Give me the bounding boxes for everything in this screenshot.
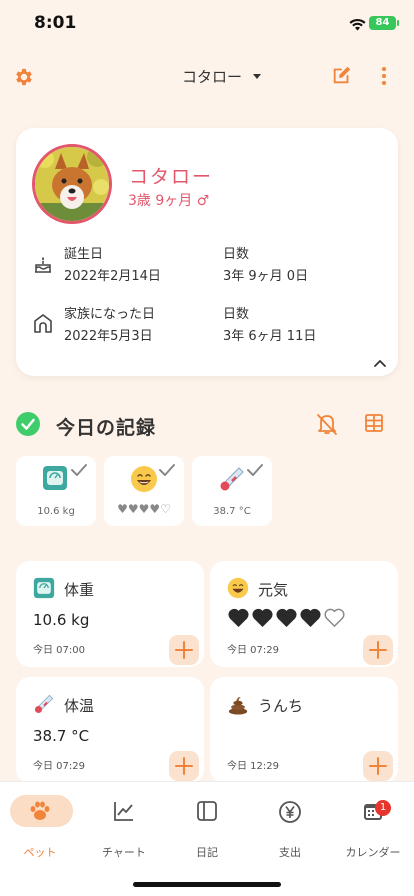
bell-off-icon[interactable] [316, 412, 338, 440]
scale-icon [42, 465, 68, 495]
record-value: 38.7 °C [33, 727, 90, 745]
app-header: コタロー [0, 60, 414, 92]
thermometer-icon [218, 465, 246, 497]
caret-down-icon [253, 73, 262, 79]
tab-diary[interactable]: 日記 [167, 792, 247, 859]
birthday-value: 2022年2月14日 [64, 269, 161, 284]
notification-badge: 1 [375, 800, 391, 816]
family-days-value: 3年 6ヶ月 11日 [223, 329, 317, 344]
poop-icon [227, 693, 249, 719]
heart-filled-icon [300, 608, 321, 628]
add-record-button[interactable] [363, 635, 393, 665]
tab-label: チャート [102, 846, 146, 859]
pet-avatar[interactable] [32, 144, 112, 224]
record-card-energy[interactable]: 元気 今日 07:29 [210, 561, 398, 667]
yen-icon [250, 800, 330, 828]
heart-filled-icon [276, 608, 297, 628]
record-card-temperature[interactable]: 体温 38.7 °C 今日 07:29 [16, 677, 204, 783]
record-value: 10.6 kg [33, 611, 90, 629]
record-time: 今日 07:29 [227, 645, 279, 656]
chevron-up-icon[interactable] [374, 352, 386, 371]
thermometer-icon [33, 693, 55, 719]
checkmark-icon [158, 462, 176, 481]
cake-icon [33, 254, 53, 278]
calendar-icon [333, 800, 413, 826]
heart-empty-icon [324, 608, 345, 628]
birthday-days-label: 日数 [223, 247, 250, 262]
heart-filled-icon [252, 608, 273, 628]
tab-chart[interactable]: チャート [84, 792, 164, 859]
mini-card-weight[interactable]: 10.6 kg [16, 456, 96, 526]
record-title: 体温 [64, 697, 95, 715]
mini-temperature-value: 38.7 °C [213, 506, 251, 517]
check-circle-icon [16, 412, 40, 436]
pet-age: 3歳 9ヶ月 ♂ [128, 193, 210, 209]
record-title: うんち [258, 697, 304, 715]
mini-card-energy[interactable]: ♥♥♥♥♡ [104, 456, 184, 526]
record-title: 元気 [258, 581, 289, 599]
record-card-poop[interactable]: うんち 今日 12:29 [210, 677, 398, 783]
add-record-button[interactable] [169, 635, 199, 665]
notebook-icon [167, 800, 247, 826]
record-time: 今日 07:00 [33, 645, 85, 656]
today-record-header: 今日の記録 [16, 410, 398, 440]
record-time: 今日 12:29 [227, 761, 279, 772]
grid-icon[interactable] [363, 412, 385, 438]
add-record-button[interactable] [169, 751, 199, 781]
checkmark-icon [70, 462, 88, 481]
mini-card-temperature[interactable]: 38.7 °C [192, 456, 272, 526]
tab-label: 支出 [279, 846, 301, 859]
pet-name: コタロー [129, 166, 214, 188]
pet-selector[interactable]: コタロー [182, 66, 262, 87]
tab-label: カレンダー [345, 846, 401, 859]
family-days-label: 日数 [223, 307, 250, 322]
edit-icon[interactable] [331, 64, 353, 90]
wifi-icon [349, 16, 366, 35]
mini-energy-hearts: ♥♥♥♥♡ [117, 502, 171, 516]
tab-label: 日記 [196, 846, 218, 859]
birthday-days-value: 3年 9ヶ月 0日 [223, 269, 309, 284]
happy-face-icon [227, 577, 249, 603]
family-day-value: 2022年5月3日 [64, 329, 153, 344]
heart-filled-icon [228, 608, 249, 628]
scale-icon [33, 577, 55, 603]
home-indicator [133, 882, 281, 887]
checkmark-icon [246, 462, 264, 481]
home-icon [32, 312, 54, 338]
heart-rating [227, 607, 346, 628]
status-bar: 8:01 84 [0, 0, 414, 48]
status-time: 8:01 [34, 13, 77, 33]
gear-icon[interactable] [13, 66, 35, 92]
more-icon[interactable] [381, 66, 387, 90]
tab-label: ペット [23, 846, 57, 859]
section-title: 今日の記録 [56, 417, 157, 439]
pet-selector-label: コタロー [182, 68, 243, 86]
mini-weight-value: 10.6 kg [37, 506, 75, 517]
pet-profile-card: コタロー 3歳 9ヶ月 ♂ 誕生日 2022年2月14日 日数 3年 9ヶ月 0… [16, 128, 398, 376]
paw-icon [0, 800, 80, 826]
battery-indicator: 84 [369, 16, 399, 30]
add-record-button[interactable] [363, 751, 393, 781]
birthday-label: 誕生日 [64, 247, 104, 262]
record-title: 体重 [64, 581, 95, 599]
chart-icon [84, 800, 164, 826]
record-time: 今日 07:29 [33, 761, 85, 772]
family-day-label: 家族になった日 [64, 307, 156, 322]
bottom-tab-bar: ペット チャート 日記 支出 1 カレンダー [0, 781, 414, 896]
happy-face-icon [130, 465, 158, 497]
record-card-weight[interactable]: 体重 10.6 kg 今日 07:00 [16, 561, 204, 667]
tab-expense[interactable]: 支出 [250, 792, 330, 859]
tab-pet[interactable]: ペット [0, 792, 80, 859]
tab-calendar[interactable]: 1 カレンダー [333, 792, 413, 859]
